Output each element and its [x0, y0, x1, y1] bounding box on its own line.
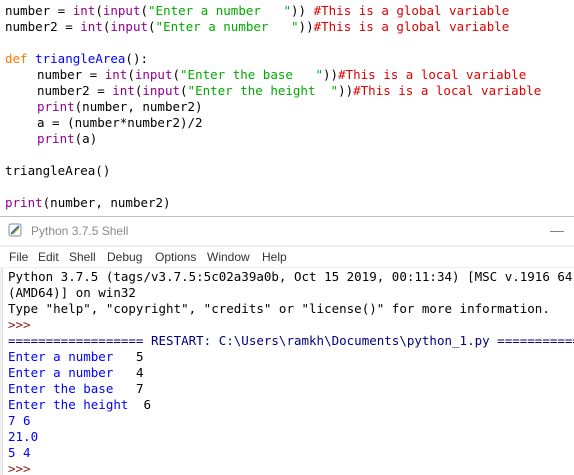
menu-options[interactable]: Options	[155, 250, 196, 264]
menu-debug[interactable]: Debug	[107, 250, 142, 264]
menu-bar: File Edit Shell Debug Options Window Hel…	[0, 247, 574, 267]
banner-line-2: (AMD64)] on win32	[8, 285, 136, 300]
shell-prompt-active: >>>	[8, 461, 39, 475]
input-line-3: Enter the base 7	[8, 381, 144, 396]
output-line-1: 7 6	[8, 413, 31, 428]
code-line-7: a = (number*number2)/2	[37, 115, 203, 130]
shell-console[interactable]: Python 3.7.5 (tags/v3.7.5:5c02a39a0b, Oc…	[2, 268, 574, 475]
banner-line-3: Type "help", "copyright", "credits" or "…	[8, 301, 550, 316]
minimize-button[interactable]: —	[548, 220, 566, 240]
code-line-4: number = int(input("Enter the base "))#T…	[37, 67, 527, 82]
input-line-2: Enter a number 4	[8, 365, 144, 380]
python-shell-window: Python 3.7.5 Shell — File Edit Shell Deb…	[0, 216, 574, 475]
banner-line-1: Python 3.7.5 (tags/v3.7.5:5c02a39a0b, Oc…	[8, 269, 574, 284]
output-line-2: 21.0	[8, 429, 39, 444]
python-feather-icon	[8, 223, 22, 237]
menu-edit[interactable]: Edit	[38, 250, 59, 264]
code-line-2: number2 = int(input("Enter a number "))#…	[5, 19, 510, 34]
input-line-4: Enter the height 6	[8, 397, 151, 412]
code-line-10: print(number, number2)	[5, 195, 171, 210]
menu-help[interactable]: Help	[262, 250, 287, 264]
menu-file[interactable]: File	[9, 250, 28, 264]
code-line-3: def triangleArea():	[5, 51, 148, 66]
code-line-5: number2 = int(input("Enter the height ")…	[37, 83, 542, 98]
code-editor[interactable]: number = int(input("Enter a number ")) #…	[0, 0, 574, 212]
output-line-3: 5 4	[8, 445, 31, 460]
restart-line: ================== RESTART: C:\Users\ram…	[8, 333, 574, 348]
code-line-6: print(number, number2)	[37, 99, 203, 114]
menu-shell[interactable]: Shell	[69, 250, 96, 264]
code-line-8: print(a)	[37, 131, 98, 146]
shell-titlebar[interactable]: Python 3.7.5 Shell —	[0, 217, 574, 245]
window-title: Python 3.7.5 Shell	[31, 224, 129, 238]
code-line-1: number = int(input("Enter a number ")) #…	[5, 3, 510, 18]
menu-window[interactable]: Window	[207, 250, 250, 264]
code-line-9: triangleArea()	[5, 163, 111, 178]
input-line-1: Enter a number 5	[8, 349, 144, 364]
shell-prompt: >>>	[8, 317, 39, 332]
